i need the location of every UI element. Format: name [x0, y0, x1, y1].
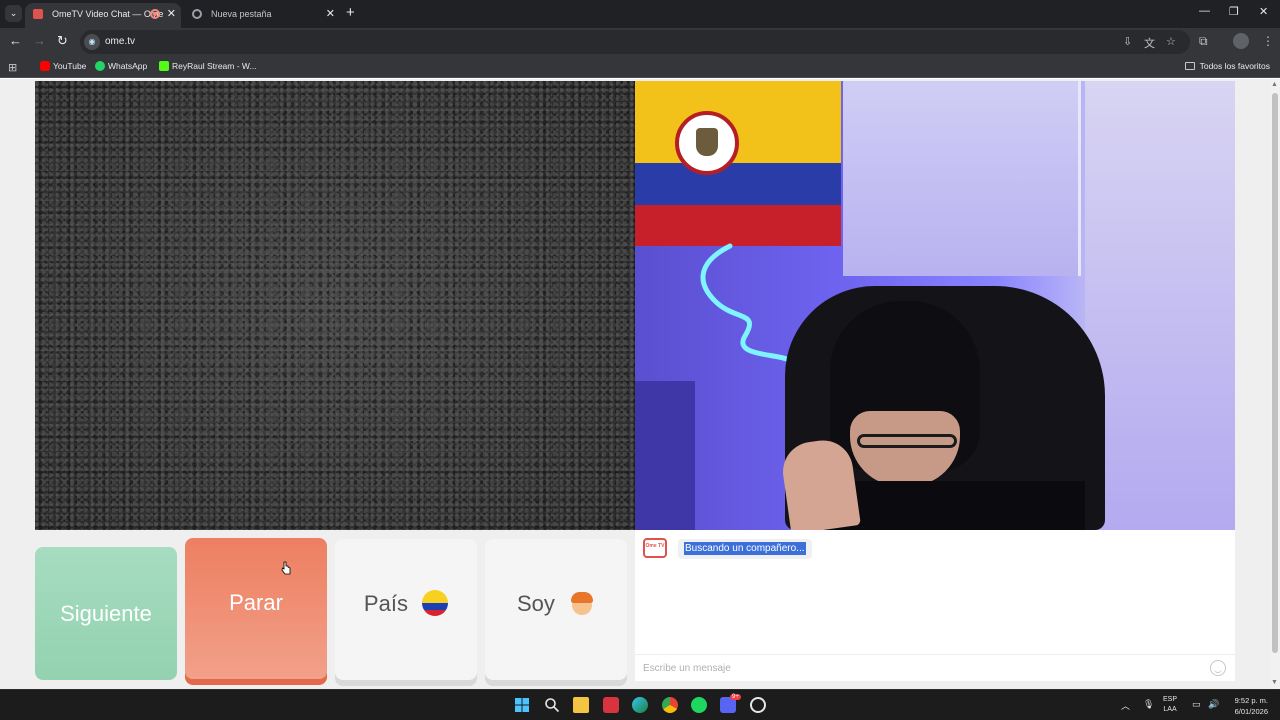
- close-tab-icon[interactable]: ✕: [326, 3, 335, 25]
- apps-grid-icon[interactable]: ⊞: [8, 61, 17, 74]
- tab-search-icon[interactable]: ⌄: [5, 5, 22, 22]
- recording-icon: [150, 9, 160, 19]
- gender-button-label: Soy: [516, 591, 555, 616]
- media-app-icon[interactable]: [603, 697, 619, 713]
- colombia-flag-in-video: [635, 81, 841, 246]
- edge-icon[interactable]: [632, 697, 648, 713]
- next-button[interactable]: Siguiente: [35, 547, 177, 680]
- reload-icon[interactable]: ↻: [57, 33, 68, 49]
- bookmark-youtube[interactable]: YouTube: [40, 61, 86, 71]
- chat-panel: Ome TV Buscando un compañero...: [635, 530, 1235, 681]
- stop-button-label: Parar: [229, 590, 283, 615]
- file-explorer-icon[interactable]: [573, 697, 589, 713]
- message-input[interactable]: [635, 657, 1195, 679]
- tab-ometv[interactable]: OmeTV Video Chat — Ome ✕: [25, 3, 181, 28]
- gender-selector-button[interactable]: Soy: [485, 539, 627, 680]
- extensions-icon[interactable]: ⧉: [1199, 34, 1208, 49]
- input-language-indicator[interactable]: ESP LAA: [1163, 695, 1177, 715]
- more-menu-icon[interactable]: ⋮: [1262, 34, 1274, 48]
- ometv-logo-icon: Ome TV: [643, 538, 667, 558]
- youtube-icon: [40, 61, 50, 71]
- restore-window-icon[interactable]: ❐: [1229, 5, 1239, 18]
- site-info-icon[interactable]: ◉: [84, 34, 100, 50]
- status-message: Buscando un compañero...: [678, 539, 812, 559]
- bookmarks-bar: ⊞ YouTube WhatsApp ReyRaul Stream - W...…: [0, 56, 1280, 78]
- translate-icon[interactable]: 文: [1144, 35, 1155, 51]
- whatsapp-icon: [95, 61, 105, 71]
- show-hidden-icons-chevron-icon[interactable]: ︿: [1121, 699, 1130, 712]
- folder-icon: [1184, 62, 1195, 70]
- country-button-label: País: [363, 591, 408, 616]
- status-message-text: Buscando un compañero...: [684, 542, 806, 555]
- all-bookmarks-folder[interactable]: Todos los favoritos: [1184, 61, 1270, 71]
- tab-new-tab[interactable]: Nueva pestaña ✕: [184, 3, 340, 28]
- obs-icon[interactable]: [750, 697, 766, 713]
- chrome-icon[interactable]: [662, 697, 678, 713]
- ometv-page: Siguiente Parar País Soy Ome TV Buscando…: [0, 79, 1270, 689]
- ometv-favicon-icon: [33, 9, 43, 19]
- bookmark-star-icon[interactable]: ☆: [1166, 35, 1176, 48]
- kick-icon: [159, 61, 169, 71]
- profile-avatar[interactable]: [1233, 33, 1249, 49]
- system-clock[interactable]: 9:52 p. m. 6/01/2026: [1226, 695, 1268, 717]
- page-scrollbar[interactable]: ▲ ▼: [1270, 79, 1280, 689]
- own-camera-video: [635, 81, 1235, 530]
- partner-video-static: [35, 81, 635, 530]
- emoji-smiley-icon[interactable]: [1210, 660, 1226, 676]
- windows-taskbar: 9+ ︿ 🎙 ESP LAA ▭ 🔊 9:52 p. m. 6/01/2026: [0, 689, 1280, 720]
- address-bar[interactable]: ◉ ome.tv ⇩ 文 ☆: [80, 30, 1190, 54]
- discord-badge: 9+: [730, 694, 741, 700]
- boy-emoji-icon: [569, 590, 595, 616]
- close-window-icon[interactable]: ✕: [1259, 5, 1268, 18]
- hand-cursor-icon: [281, 561, 291, 575]
- wall-in-video: [1085, 81, 1235, 530]
- volume-icon[interactable]: 🔊: [1208, 699, 1219, 710]
- new-tab-plus-icon[interactable]: +: [346, 4, 355, 21]
- chat-input-area: [635, 654, 1235, 681]
- back-arrow-icon[interactable]: ←: [9, 33, 22, 48]
- install-app-icon[interactable]: ⇩: [1123, 35, 1132, 48]
- network-icon[interactable]: ▭: [1192, 699, 1201, 710]
- glasses-in-video: [857, 434, 957, 448]
- chrome-favicon-icon: [192, 9, 202, 19]
- scroll-down-arrow-icon[interactable]: ▼: [1271, 679, 1278, 686]
- search-icon[interactable]: [544, 697, 560, 713]
- next-button-label: Siguiente: [60, 601, 152, 626]
- minimize-window-icon[interactable]: —: [1199, 5, 1210, 17]
- windows-start-icon[interactable]: [514, 697, 530, 713]
- bookmark-reyraul-stream[interactable]: ReyRaul Stream - W...: [159, 61, 257, 71]
- microphone-icon[interactable]: 🎙: [1143, 699, 1154, 710]
- browser-toolbar: ← → ↻ ◉ ome.tv ⇩ 文 ☆ ⧉ ⋮: [0, 28, 1280, 56]
- scroll-thumb[interactable]: [1272, 93, 1278, 653]
- stop-button[interactable]: Parar: [185, 538, 327, 679]
- scroll-up-arrow-icon[interactable]: ▲: [1271, 81, 1278, 88]
- tab-title: Nueva pestaña: [211, 9, 272, 19]
- url-text[interactable]: ome.tv: [105, 36, 135, 47]
- colombia-flag-icon: [422, 590, 449, 617]
- chair-background-in-video: [635, 381, 695, 530]
- spotify-icon[interactable]: [691, 697, 707, 713]
- window-in-video: [843, 81, 1081, 276]
- tab-title: OmeTV Video Chat — Ome: [52, 9, 164, 19]
- browser-tab-strip: ⌄ OmeTV Video Chat — Ome ✕ Nueva pestaña…: [0, 0, 1280, 28]
- country-filter-button[interactable]: País: [335, 539, 477, 680]
- forward-arrow-icon[interactable]: →: [33, 33, 46, 48]
- close-tab-icon[interactable]: ✕: [167, 3, 176, 25]
- bookmark-whatsapp[interactable]: WhatsApp: [95, 61, 147, 71]
